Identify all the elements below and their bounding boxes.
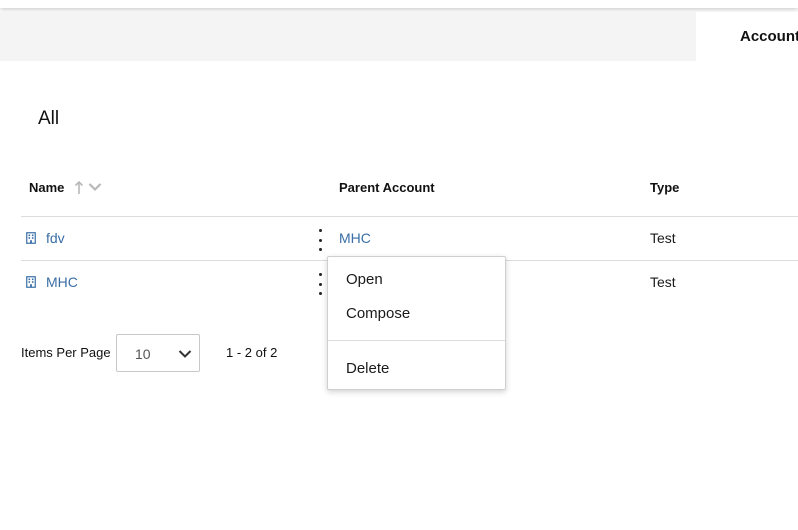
menu-item-open[interactable]: Open xyxy=(346,271,383,288)
column-header-type[interactable]: Type xyxy=(650,180,679,195)
chevron-down-icon[interactable] xyxy=(88,182,102,192)
items-per-page-value: 10 xyxy=(135,346,151,362)
row-actions-kebab-icon[interactable] xyxy=(316,273,324,295)
column-header-parent-account[interactable]: Parent Account xyxy=(339,180,435,195)
items-per-page-select[interactable]: 10 xyxy=(116,334,200,372)
menu-divider xyxy=(328,340,505,341)
building-icon xyxy=(26,232,36,244)
row-type: Test xyxy=(650,230,676,246)
sort-ascending-icon[interactable] xyxy=(74,180,84,194)
name-sort-controls[interactable] xyxy=(74,180,102,194)
chevron-down-icon xyxy=(178,350,192,358)
items-per-page-label: Items Per Page xyxy=(21,345,111,360)
tab-strip xyxy=(0,12,798,61)
menu-item-delete[interactable]: Delete xyxy=(346,360,389,377)
menu-item-compose[interactable]: Compose xyxy=(346,305,410,322)
view-title: All xyxy=(38,108,60,129)
row-actions-kebab-icon[interactable] xyxy=(316,229,324,251)
top-bar xyxy=(0,0,798,8)
row-type: Test xyxy=(650,274,676,290)
row-context-menu: Open Compose Delete xyxy=(327,256,506,390)
building-icon xyxy=(26,276,36,288)
row-name-link[interactable]: fdv xyxy=(46,230,65,246)
tab-account-label: Account xyxy=(740,28,798,45)
row-name-link[interactable]: MHC xyxy=(46,274,78,290)
header-divider xyxy=(21,216,798,217)
column-header-name[interactable]: Name xyxy=(29,180,64,195)
pagination-range: 1 - 2 of 2 xyxy=(226,345,278,360)
row-parent-link[interactable]: MHC xyxy=(339,230,371,246)
tab-account[interactable]: Account xyxy=(696,12,798,61)
